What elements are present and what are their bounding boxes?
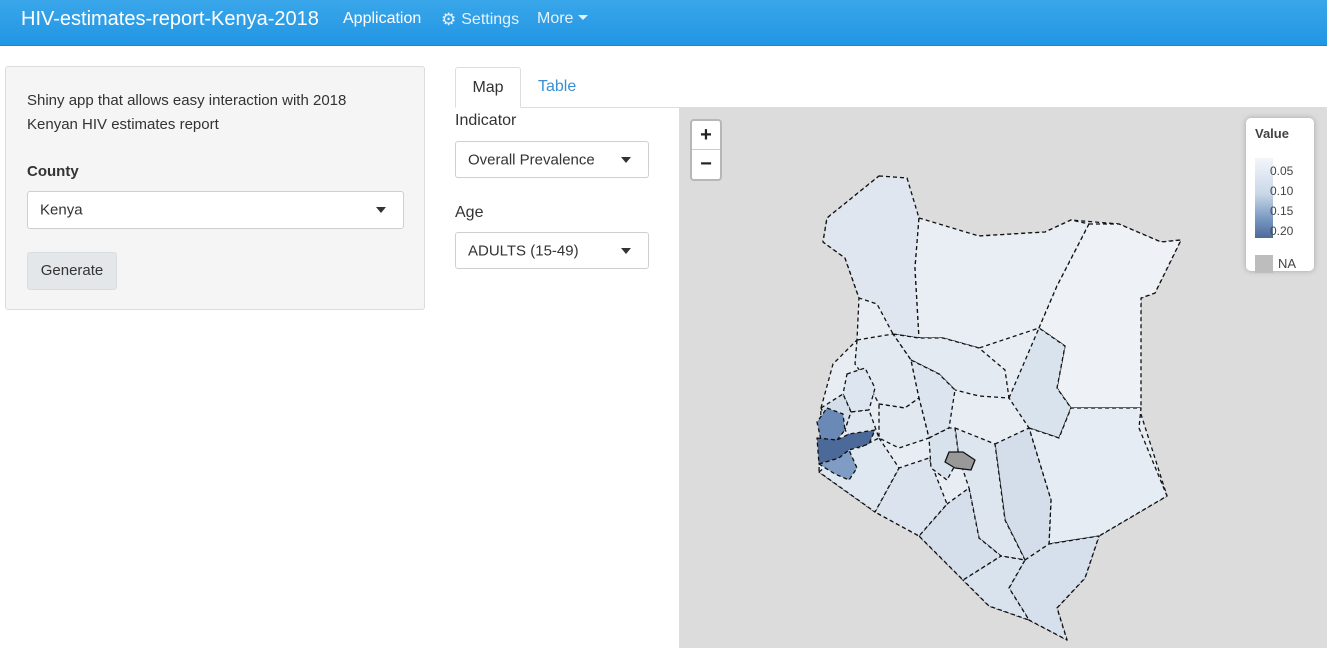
county-select[interactable]: Kenya [27, 191, 404, 229]
county-select-value: Kenya [40, 201, 83, 219]
generate-button[interactable]: Generate [27, 252, 117, 290]
navbar: HIV-estimates-report-Kenya-2018 Applicat… [0, 0, 1327, 46]
chevron-down-icon [621, 156, 631, 163]
age-select[interactable]: ADULTS (15-49) [455, 232, 649, 269]
age-select-value: ADULTS (15-49) [468, 242, 579, 259]
chevron-down-icon [621, 247, 631, 254]
legend-tick: 0.10 [1270, 184, 1294, 198]
tab-table[interactable]: Table [538, 78, 576, 96]
kenya-choropleth[interactable] [679, 108, 1327, 648]
nav-application[interactable]: Application [343, 10, 421, 28]
app-description: Shiny app that allows easy interaction w… [27, 92, 347, 133]
nav-more-dropdown[interactable]: More [537, 10, 589, 28]
indicator-select[interactable]: Overall Prevalence [455, 141, 649, 178]
indicator-select-value: Overall Prevalence [468, 151, 595, 168]
nav-settings[interactable]: ⚙ Settings [441, 10, 519, 30]
tab-map[interactable]: Map [455, 67, 521, 108]
nav-more-label: More [537, 10, 574, 27]
app-title[interactable]: HIV-estimates-report-Kenya-2018 [21, 8, 319, 31]
legend-tick: 0.05 [1270, 164, 1294, 178]
chevron-down-icon [376, 207, 386, 213]
legend-tick: 0.20 [1270, 224, 1294, 238]
zoom-control: + − [690, 119, 722, 181]
zoom-out-button[interactable]: − [692, 150, 720, 179]
county-label: County [27, 163, 79, 180]
nav-settings-label: Settings [461, 11, 520, 28]
legend-title: Value [1255, 126, 1289, 141]
indicator-label: Indicator [455, 112, 517, 129]
gear-icon: ⚙ [441, 10, 457, 29]
nav-application-label: Application [343, 10, 422, 27]
map-legend: Value 0.05 0.10 0.15 0.20 NA [1246, 118, 1314, 273]
legend-na-swatch [1255, 255, 1273, 273]
zoom-in-button[interactable]: + [692, 121, 720, 150]
legend-na-label: NA [1278, 256, 1297, 271]
map-view[interactable]: + − Value 0.05 0.10 0.15 0.20 NA [679, 108, 1327, 648]
age-label: Age [455, 204, 484, 221]
legend-tick: 0.15 [1270, 204, 1294, 218]
caret-down-icon [578, 15, 589, 20]
sidebar-panel: Shiny app that allows easy interaction w… [5, 66, 425, 310]
